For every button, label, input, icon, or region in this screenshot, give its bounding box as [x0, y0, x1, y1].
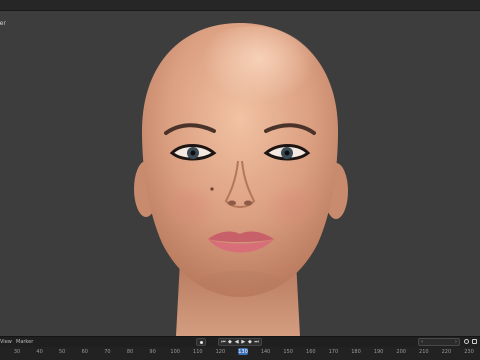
ruler-tick-label: 100 — [170, 349, 180, 355]
ruler-tick-label: 80 — [126, 349, 134, 355]
menu-marker[interactable]: Marker — [16, 338, 33, 346]
ruler-tick-label: 120 — [215, 349, 226, 355]
chevron-right-icon[interactable]: › — [455, 339, 457, 345]
clock-icon[interactable] — [464, 339, 469, 344]
ruler-tick-label: 170 — [328, 349, 339, 355]
ruler-tick-label: 130 — [238, 349, 248, 355]
jump-end-icon[interactable]: ⏭ — [254, 339, 260, 345]
record-button[interactable] — [196, 338, 206, 346]
loop-icon[interactable] — [472, 339, 477, 344]
ruler-tick-label: 40 — [36, 349, 43, 355]
ruler-tick-label: 60 — [81, 349, 88, 355]
prev-key-icon[interactable]: ◆ — [227, 339, 233, 345]
next-key-icon[interactable]: ◆ — [247, 339, 253, 345]
ruler-tick-label: 140 — [260, 349, 271, 355]
playback-controls: ⏮ ◆ ◀ ▶ ◆ ⏭ — [218, 338, 262, 346]
3d-viewport[interactable]: ler — [0, 11, 480, 336]
ruler-tick-label: 200 — [396, 349, 406, 355]
play-icon[interactable]: ▶ — [240, 339, 246, 345]
ruler-tick-label: 160 — [306, 349, 316, 355]
ruler-tick-label: 230 — [464, 349, 474, 355]
jump-start-icon[interactable]: ⏮ — [220, 339, 226, 345]
play-reverse-icon[interactable]: ◀ — [234, 339, 240, 345]
timeline-ruler[interactable]: 30 40 50 60 70 80 90 100 110 120 130 140 150 160 170 18… — [0, 347, 480, 360]
ruler-tick-label: 30 — [13, 349, 21, 355]
timeline-header: View Marker ⏮ ◆ ◀ ▶ ◆ ⏭ ‹ › — [0, 336, 480, 347]
ruler-tick-label: 180 — [351, 349, 361, 355]
ruler-tick-label: 210 — [419, 349, 429, 355]
ruler-tick-label: 190 — [373, 349, 384, 355]
ruler-tick-label: 50 — [59, 349, 66, 355]
ruler-tick-label: 220 — [441, 349, 452, 355]
chevron-left-icon[interactable]: ‹ — [421, 339, 423, 345]
record-dot-icon — [199, 340, 203, 344]
ruler-tick-label: 110 — [193, 349, 203, 355]
ruler-tick-label: 150 — [283, 349, 293, 355]
head-render — [134, 23, 348, 336]
viewport-overlay-label: ler — [0, 20, 6, 27]
menu-view[interactable]: View — [0, 338, 12, 346]
ruler-tick-label: 70 — [104, 349, 111, 355]
ruler-tick-label: 90 — [149, 349, 156, 355]
current-frame-field[interactable]: ‹ › — [418, 338, 460, 346]
top-header-bar — [0, 0, 480, 11]
